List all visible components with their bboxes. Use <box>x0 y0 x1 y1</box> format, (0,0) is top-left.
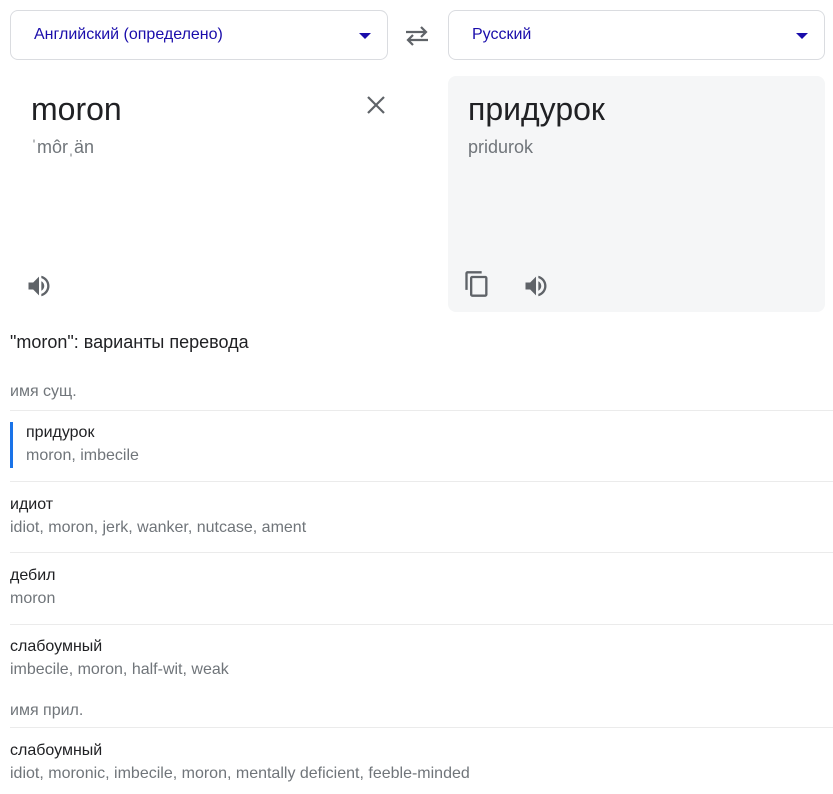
close-icon <box>367 96 385 114</box>
variant-term: слабоумный <box>10 742 103 759</box>
source-transliteration: ˈmôrˌän <box>31 137 95 157</box>
variant-term: слабоумный <box>10 638 103 655</box>
variant-term: придурок <box>26 424 95 441</box>
language-selector-row: Английский (определено) Русский <box>10 10 825 62</box>
source-language-select[interactable]: Английский (определено) <box>10 10 388 60</box>
target-language-select[interactable]: Русский <box>448 10 825 60</box>
source-panel: moron ˈmôrˌän <box>10 76 440 312</box>
source-text[interactable]: moron <box>31 91 122 128</box>
variant-entry[interactable]: дебил moron <box>10 565 825 611</box>
target-transliteration: pridurok <box>468 137 534 157</box>
variant-synonyms: moron, imbecile <box>26 447 139 464</box>
variant-entry[interactable]: слабоумный idiot, moronic, imbecile, mor… <box>10 740 825 786</box>
variant-synonyms: idiot, moronic, imbecile, moron, mentall… <box>10 765 470 782</box>
speaker-icon <box>525 275 547 297</box>
variant-term: идиот <box>10 496 54 513</box>
part-of-speech-label: имя прил. <box>10 702 84 719</box>
speaker-icon <box>28 275 50 297</box>
variant-term: дебил <box>10 567 56 584</box>
caret-down-icon <box>359 33 371 39</box>
target-text: придурок <box>468 91 605 127</box>
clear-source-button[interactable] <box>365 94 387 116</box>
divider <box>10 481 833 482</box>
source-language-label: Английский (определено) <box>34 26 223 43</box>
divider <box>10 552 833 553</box>
divider <box>10 410 833 411</box>
variant-entry[interactable]: слабоумный imbecile, moron, half-wit, we… <box>10 636 825 682</box>
variant-entry[interactable]: придурок moron, imbecile <box>10 422 828 468</box>
variant-synonyms: idiot, moron, jerk, wanker, nutcase, ame… <box>10 519 307 536</box>
target-panel: придурок pridurok <box>448 76 825 312</box>
caret-down-icon <box>796 33 808 39</box>
listen-translation-button[interactable] <box>522 272 550 300</box>
target-language-label: Русский <box>472 26 532 43</box>
part-of-speech-label: имя сущ. <box>10 383 77 400</box>
variant-synonyms: imbecile, moron, half-wit, weak <box>10 661 229 678</box>
swap-languages-button[interactable] <box>402 23 432 49</box>
divider <box>10 727 833 728</box>
swap-arrows-icon <box>406 26 428 46</box>
variant-entry[interactable]: идиот idiot, moron, jerk, wanker, nutcas… <box>10 494 825 540</box>
variants-heading: "moron": варианты перевода <box>10 332 249 352</box>
copy-translation-button[interactable] <box>463 270 491 298</box>
variant-synonyms: moron <box>10 590 56 607</box>
copy-icon <box>465 271 488 297</box>
listen-source-button[interactable] <box>25 272 53 300</box>
divider <box>10 624 833 625</box>
